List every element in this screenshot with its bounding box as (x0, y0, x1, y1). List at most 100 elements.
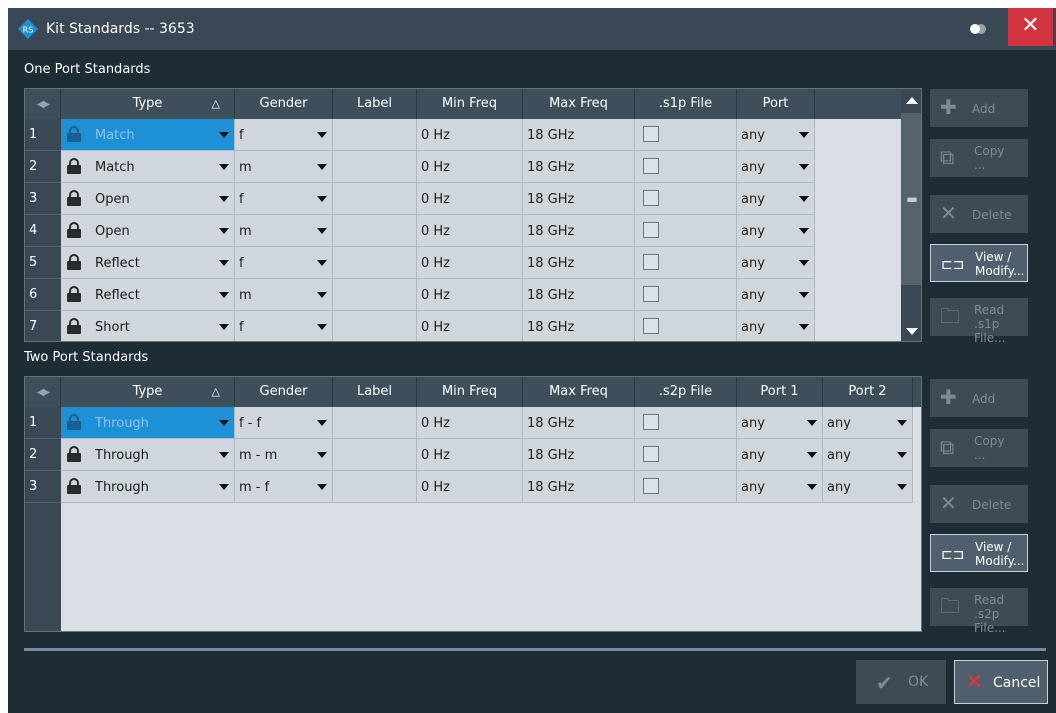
label-cell[interactable] (333, 279, 417, 311)
chevron-down-icon[interactable] (799, 196, 809, 202)
file-checkbox[interactable] (643, 414, 659, 430)
chevron-down-icon[interactable] (219, 132, 229, 138)
min-freq-cell[interactable]: 0 Hz (417, 311, 523, 341)
col-header-label[interactable]: Label (333, 377, 417, 407)
max-freq-cell[interactable]: 18 GHz (523, 407, 635, 439)
label-cell[interactable] (333, 247, 417, 279)
scroll-thumb[interactable]: ▬ (901, 113, 921, 285)
gender-dropdown[interactable]: m - m (235, 439, 333, 471)
col-header-port[interactable]: Port (737, 89, 815, 119)
type-dropdown[interactable]: Match (61, 119, 235, 151)
min-freq-cell[interactable]: 0 Hz (417, 247, 523, 279)
gender-dropdown[interactable]: m (235, 151, 333, 183)
gender-dropdown[interactable]: m (235, 279, 333, 311)
file-checkbox[interactable] (643, 190, 659, 206)
label-cell[interactable] (333, 407, 417, 439)
chevron-down-icon[interactable] (219, 260, 229, 266)
file-checkbox[interactable] (643, 126, 659, 142)
read-s2p-file-button[interactable]: 🗀 Read .s2p File... (930, 588, 1028, 635)
port-dropdown[interactable]: any (737, 215, 815, 247)
chevron-down-icon[interactable] (799, 132, 809, 138)
row-number[interactable]: 2 (25, 439, 61, 471)
label-cell[interactable] (333, 119, 417, 151)
one-port-delete-button[interactable]: ✕ Delete (930, 195, 1028, 233)
col-header-s2p-file[interactable]: .s2p File (635, 377, 737, 407)
min-freq-cell[interactable]: 0 Hz (417, 151, 523, 183)
chevron-down-icon[interactable] (317, 196, 327, 202)
row-number[interactable]: 3 (25, 183, 61, 215)
col-header-gender[interactable]: Gender (235, 377, 333, 407)
label-cell[interactable] (333, 151, 417, 183)
one-port-copy-button[interactable]: ⧉ Copy ... (930, 139, 1028, 177)
port2-dropdown[interactable]: any (823, 471, 913, 503)
max-freq-cell[interactable]: 18 GHz (523, 151, 635, 183)
scroll-up-icon[interactable] (906, 97, 918, 104)
gender-dropdown[interactable]: f (235, 247, 333, 279)
max-freq-cell[interactable]: 18 GHz (523, 247, 635, 279)
chevron-down-icon[interactable] (897, 484, 907, 490)
gender-dropdown[interactable]: m - f (235, 471, 333, 503)
s2p-file-cell[interactable] (635, 439, 737, 471)
s1p-file-cell[interactable] (635, 215, 737, 247)
label-cell[interactable] (333, 311, 417, 341)
file-checkbox[interactable] (643, 318, 659, 334)
gender-dropdown[interactable]: f (235, 183, 333, 215)
row-number[interactable]: 3 (25, 471, 61, 503)
chevron-down-icon[interactable] (799, 228, 809, 234)
max-freq-cell[interactable]: 18 GHz (523, 439, 635, 471)
one-port-vertical-scrollbar[interactable]: ▬ (901, 89, 921, 341)
file-checkbox[interactable] (643, 158, 659, 174)
chevron-down-icon[interactable] (219, 452, 229, 458)
read-s1p-file-button[interactable]: 🗀 Read .s1p File... (930, 298, 1028, 345)
chevron-down-icon[interactable] (317, 228, 327, 234)
port-dropdown[interactable]: any (737, 119, 815, 151)
port-dropdown[interactable]: any (737, 311, 815, 341)
row-header-corner[interactable]: ◀▶ (25, 377, 61, 407)
chevron-down-icon[interactable] (219, 196, 229, 202)
s1p-file-cell[interactable] (635, 183, 737, 215)
col-header-max-freq[interactable]: Max Freq (523, 377, 635, 407)
type-dropdown[interactable]: Through (61, 439, 235, 471)
file-checkbox[interactable] (643, 254, 659, 270)
label-cell[interactable] (333, 471, 417, 503)
port2-dropdown[interactable]: any (823, 407, 913, 439)
col-header-port1[interactable]: Port 1 (737, 377, 823, 407)
col-header-gender[interactable]: Gender (235, 89, 333, 119)
row-number[interactable]: 1 (25, 407, 61, 439)
chevron-down-icon[interactable] (799, 164, 809, 170)
s2p-file-cell[interactable] (635, 471, 737, 503)
s1p-file-cell[interactable] (635, 311, 737, 341)
cancel-button[interactable]: ✕ Cancel (954, 660, 1048, 704)
min-freq-cell[interactable]: 0 Hz (417, 119, 523, 151)
type-dropdown[interactable]: Through (61, 407, 235, 439)
port-dropdown[interactable]: any (737, 183, 815, 215)
gender-dropdown[interactable]: f - f (235, 407, 333, 439)
max-freq-cell[interactable]: 18 GHz (523, 311, 635, 341)
port-dropdown[interactable]: any (737, 279, 815, 311)
max-freq-cell[interactable]: 18 GHz (523, 119, 635, 151)
row-number[interactable]: 1 (25, 119, 61, 151)
chevron-down-icon[interactable] (219, 324, 229, 330)
chevron-down-icon[interactable] (317, 260, 327, 266)
min-freq-cell[interactable]: 0 Hz (417, 215, 523, 247)
chevron-down-icon[interactable] (317, 292, 327, 298)
type-dropdown[interactable]: Open (61, 183, 235, 215)
row-number[interactable]: 2 (25, 151, 61, 183)
min-freq-cell[interactable]: 0 Hz (417, 407, 523, 439)
port1-dropdown[interactable]: any (737, 407, 823, 439)
row-header-corner[interactable]: ◀▶ (25, 89, 61, 119)
col-header-min-freq[interactable]: Min Freq (417, 89, 523, 119)
s1p-file-cell[interactable] (635, 279, 737, 311)
s1p-file-cell[interactable] (635, 151, 737, 183)
col-header-max-freq[interactable]: Max Freq (523, 89, 635, 119)
col-header-type[interactable]: Type △ (61, 377, 235, 407)
port-dropdown[interactable]: any (737, 247, 815, 279)
min-freq-cell[interactable]: 0 Hz (417, 439, 523, 471)
chevron-down-icon[interactable] (317, 420, 327, 426)
file-checkbox[interactable] (643, 478, 659, 494)
chevron-down-icon[interactable] (317, 324, 327, 330)
chevron-down-icon[interactable] (219, 164, 229, 170)
min-freq-cell[interactable]: 0 Hz (417, 183, 523, 215)
chevron-down-icon[interactable] (807, 452, 817, 458)
row-number[interactable]: 7 (25, 311, 61, 341)
